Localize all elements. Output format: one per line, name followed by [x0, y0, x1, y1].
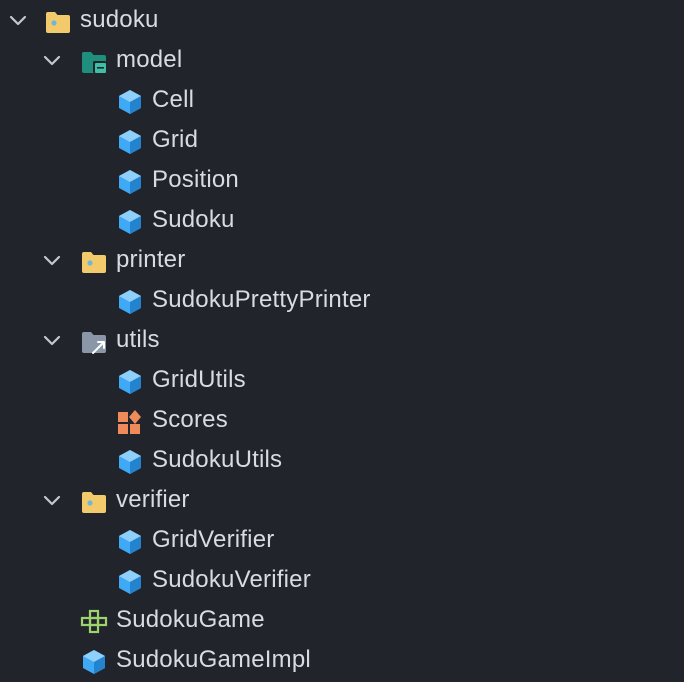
tree-label: Scores [152, 406, 228, 433]
tree-row-gridutils[interactable]: GridUtils [0, 360, 684, 400]
tree-row-grid[interactable]: Grid [0, 120, 684, 160]
project-tree: sudoku model Cell Grid Position Sudoku p… [0, 0, 684, 682]
tree-row-sudokuprettyprinter[interactable]: SudokuPrettyPrinter [0, 280, 684, 320]
tree-row-sudokuverifier[interactable]: SudokuVerifier [0, 560, 684, 600]
module-icon [80, 609, 108, 634]
class-icon [83, 650, 105, 674]
class-icon [119, 530, 141, 554]
tree-label: SudokuGame [116, 606, 265, 633]
folder-icon [82, 252, 106, 273]
tree-label: SudokuGameImpl [116, 646, 311, 673]
tree-label: SudokuUtils [152, 446, 283, 473]
linked-folder-icon [82, 332, 106, 354]
tree-row-model[interactable]: model [0, 40, 684, 80]
tree-label: utils [116, 326, 160, 353]
tree-row-scores[interactable]: Scores [0, 400, 684, 440]
tree-row-sudokuutils[interactable]: SudokuUtils [0, 440, 684, 480]
tree-row-gridverifier[interactable]: GridVerifier [0, 520, 684, 560]
class-icon [119, 450, 141, 474]
tree-label: model [116, 46, 183, 73]
tree-label: Grid [152, 126, 199, 153]
tree-label: SudokuPrettyPrinter [152, 286, 371, 313]
tree-label: printer [116, 246, 186, 273]
tree-row-position[interactable]: Position [0, 160, 684, 200]
tree-label: GridUtils [152, 366, 246, 393]
tree-row-verifier[interactable]: verifier [0, 480, 684, 520]
tree-label: GridVerifier [152, 526, 275, 553]
class-icon [119, 290, 141, 314]
tree-row-printer[interactable]: printer [0, 240, 684, 280]
class-icon [119, 130, 141, 154]
enum-icon [118, 410, 141, 434]
class-icon [119, 370, 141, 394]
tree-label: sudoku [80, 6, 159, 33]
class-icon [119, 170, 141, 194]
tree-label: SudokuVerifier [152, 566, 311, 593]
tree-row-sudokugame[interactable]: SudokuGame [0, 600, 684, 640]
tree-label: verifier [116, 486, 190, 513]
tree-row-sudokugameimpl[interactable]: SudokuGameImpl [0, 640, 684, 680]
folder-icon [82, 492, 106, 513]
class-icon [119, 210, 141, 234]
package-folder-icon [82, 52, 106, 73]
chevron-down-icon[interactable] [6, 8, 30, 32]
folder-icon [46, 12, 70, 33]
chevron-down-icon[interactable] [40, 328, 64, 352]
chevron-down-icon[interactable] [40, 488, 64, 512]
tree-label: Sudoku [152, 206, 235, 233]
class-icon [119, 90, 141, 114]
chevron-down-icon[interactable] [40, 48, 64, 72]
tree-label: Cell [152, 86, 195, 113]
tree-label: Position [152, 166, 239, 193]
chevron-down-icon[interactable] [40, 248, 64, 272]
tree-row-sudoku[interactable]: sudoku [0, 0, 684, 40]
class-icon [119, 570, 141, 594]
tree-row-utils[interactable]: utils [0, 320, 684, 360]
tree-row-cell[interactable]: Cell [0, 80, 684, 120]
tree-row-sudoku-class[interactable]: Sudoku [0, 200, 684, 240]
